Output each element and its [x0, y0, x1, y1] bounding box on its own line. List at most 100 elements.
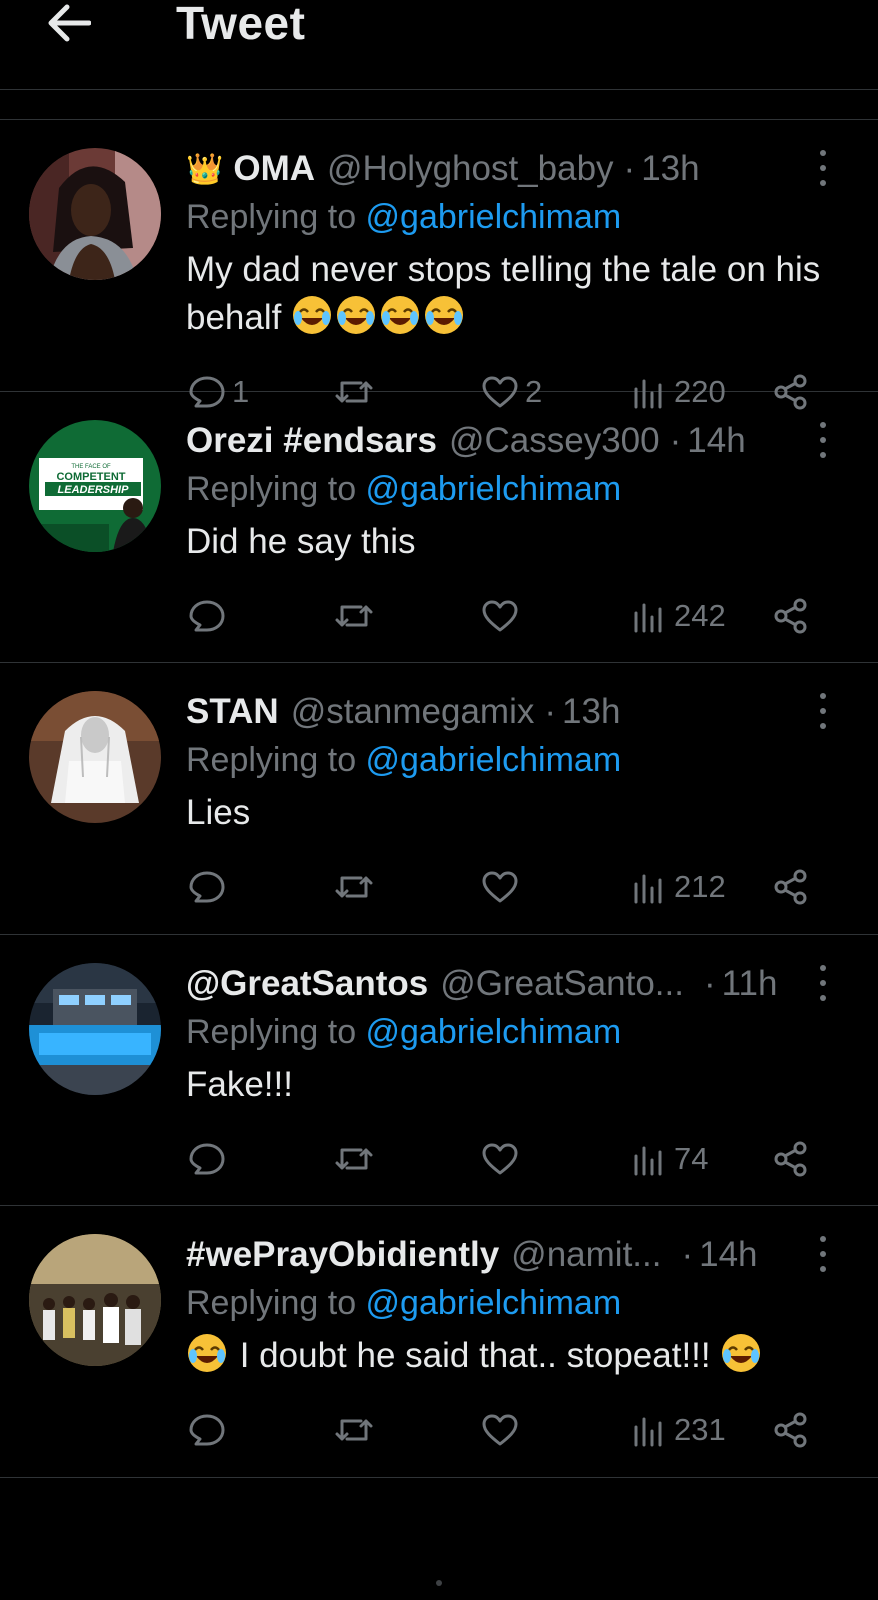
timestamp[interactable]: 14h [687, 421, 745, 461]
replying-to-link[interactable]: @gabrielchimam [366, 1013, 622, 1051]
laughing-emoji-icon [722, 1334, 761, 1372]
like-button[interactable] [479, 1134, 525, 1184]
handle[interactable]: @Holyghost_baby [327, 149, 614, 189]
more-button[interactable] [808, 964, 838, 1001]
heart-icon [482, 600, 518, 631]
heart-icon [482, 1414, 518, 1446]
avatar[interactable] [29, 148, 161, 280]
more-icon [820, 421, 826, 428]
share-button[interactable] [770, 1405, 812, 1455]
views-button[interactable]: 231 [628, 1405, 726, 1455]
share-button[interactable] [770, 591, 812, 641]
handle[interactable]: @stanmegamix [291, 692, 535, 732]
reply-icon [189, 871, 225, 903]
replying-to-link[interactable]: @gabrielchimam [366, 470, 622, 508]
retweet-icon [335, 876, 373, 898]
replying-prefix: Replying to [186, 1284, 366, 1322]
more-button[interactable] [808, 150, 838, 186]
like-button[interactable] [479, 1405, 525, 1455]
reply-icon [189, 1414, 225, 1446]
tweet-text-content: My dad never stops telling the tale on h… [186, 250, 821, 337]
separator: · [703, 963, 716, 1003]
more-button[interactable] [808, 421, 838, 458]
reply-button[interactable] [186, 1405, 232, 1455]
handle[interactable]: @GreatSanto... [440, 964, 684, 1004]
reply-button[interactable] [186, 862, 232, 912]
separator: · [681, 1235, 694, 1274]
replying-to-link[interactable]: @gabrielchimam [366, 741, 622, 779]
avatar-caption: COMPETENT [56, 471, 125, 483]
reply-tweet[interactable]: @GreatSantos @GreatSanto... · 11h Replyi… [0, 935, 878, 1206]
avatar[interactable] [29, 1234, 161, 1366]
like-button[interactable] [479, 591, 525, 641]
retweet-button[interactable] [333, 1134, 379, 1184]
replying-prefix: Replying to [186, 741, 366, 779]
more-button[interactable] [808, 1236, 838, 1272]
tweet-text: Did he say this [186, 521, 416, 561]
views-button[interactable]: 242 [628, 591, 726, 641]
reply-list: 👑 OMA @Holyghost_baby · 13h Replying to … [0, 120, 878, 1478]
reply-tweet[interactable]: THE FACE OF COMPETENT LEADERSHIP Orezi #… [0, 392, 878, 663]
retweet-button[interactable] [333, 591, 379, 641]
display-name[interactable]: STAN [186, 692, 279, 732]
back-button[interactable] [40, 0, 96, 46]
reply-button[interactable] [186, 1134, 232, 1184]
views-button[interactable]: 212 [628, 862, 726, 912]
replying-to: Replying to @gabrielchimam [186, 1007, 826, 1057]
timestamp[interactable]: 13h [562, 692, 620, 732]
views-button[interactable]: 74 [628, 1134, 708, 1184]
reply-tweet[interactable]: STAN @stanmegamix · 13h Replying to @gab… [0, 663, 878, 935]
laughing-emoji-icon [381, 296, 420, 334]
display-name[interactable]: OMA [233, 149, 315, 189]
reply-button[interactable] [186, 591, 232, 641]
action-bar: 74 [186, 1134, 826, 1184]
views-icon [634, 874, 662, 904]
retweet-icon [335, 605, 373, 626]
display-name[interactable]: #wePrayObidiently [186, 1235, 499, 1275]
reply-tweet[interactable]: #wePrayObidiently @namit... · 14h Replyi… [0, 1206, 878, 1478]
replying-to-link[interactable]: @gabrielchimam [366, 198, 622, 236]
tweet-text: Fake!!! [186, 1064, 293, 1104]
more-icon [820, 964, 826, 971]
timestamp[interactable]: 13h [641, 149, 699, 189]
replying-to-link[interactable]: @gabrielchimam [366, 1284, 622, 1322]
handle[interactable]: @Cassey300 [449, 421, 660, 461]
more-icon [820, 1236, 826, 1242]
retweet-icon [335, 1419, 373, 1441]
crown-emoji: 👑 [186, 152, 224, 186]
arrow-left-icon [48, 4, 91, 42]
replying-to: Replying to @gabrielchimam [186, 192, 826, 242]
tweet-text-content: I doubt he said that.. stopeat!!! [239, 1336, 711, 1375]
avatar[interactable] [29, 962, 161, 1095]
share-button[interactable] [770, 1134, 812, 1184]
share-button[interactable] [770, 862, 812, 912]
display-name[interactable]: Orezi #endsars [186, 421, 437, 461]
display-name[interactable]: @GreatSantos [186, 964, 428, 1004]
view-count: 242 [674, 597, 726, 633]
replying-prefix: Replying to [186, 198, 366, 236]
views-icon [634, 1146, 662, 1175]
avatar-image [29, 691, 161, 823]
loading-indicator [436, 1580, 442, 1586]
laughing-emoji-icon [337, 296, 376, 334]
avatar-image: THE FACE OF COMPETENT LEADERSHIP [29, 419, 161, 552]
replying-prefix: Replying to [186, 1012, 366, 1051]
reply-tweet[interactable]: 👑 OMA @Holyghost_baby · 13h Replying to … [0, 120, 878, 410]
timestamp[interactable]: 14h [699, 1235, 757, 1275]
tweet-text: Lies [186, 793, 251, 832]
retweet-button[interactable] [333, 862, 379, 912]
avatar[interactable] [29, 691, 161, 823]
avatar-caption: THE FACE OF [71, 464, 111, 470]
views-icon [634, 603, 662, 632]
retweet-icon [335, 1148, 373, 1169]
like-button[interactable] [479, 862, 525, 912]
more-icon [820, 693, 826, 699]
separator: · [623, 149, 636, 188]
retweet-button[interactable] [333, 1405, 379, 1455]
handle[interactable]: @namit... [511, 1235, 661, 1275]
timestamp[interactable]: 11h [722, 964, 778, 1004]
avatar[interactable]: THE FACE OF COMPETENT LEADERSHIP [29, 419, 161, 552]
avatar-caption: LEADERSHIP [58, 484, 130, 496]
reply-icon [189, 1143, 225, 1174]
more-button[interactable] [808, 693, 838, 729]
